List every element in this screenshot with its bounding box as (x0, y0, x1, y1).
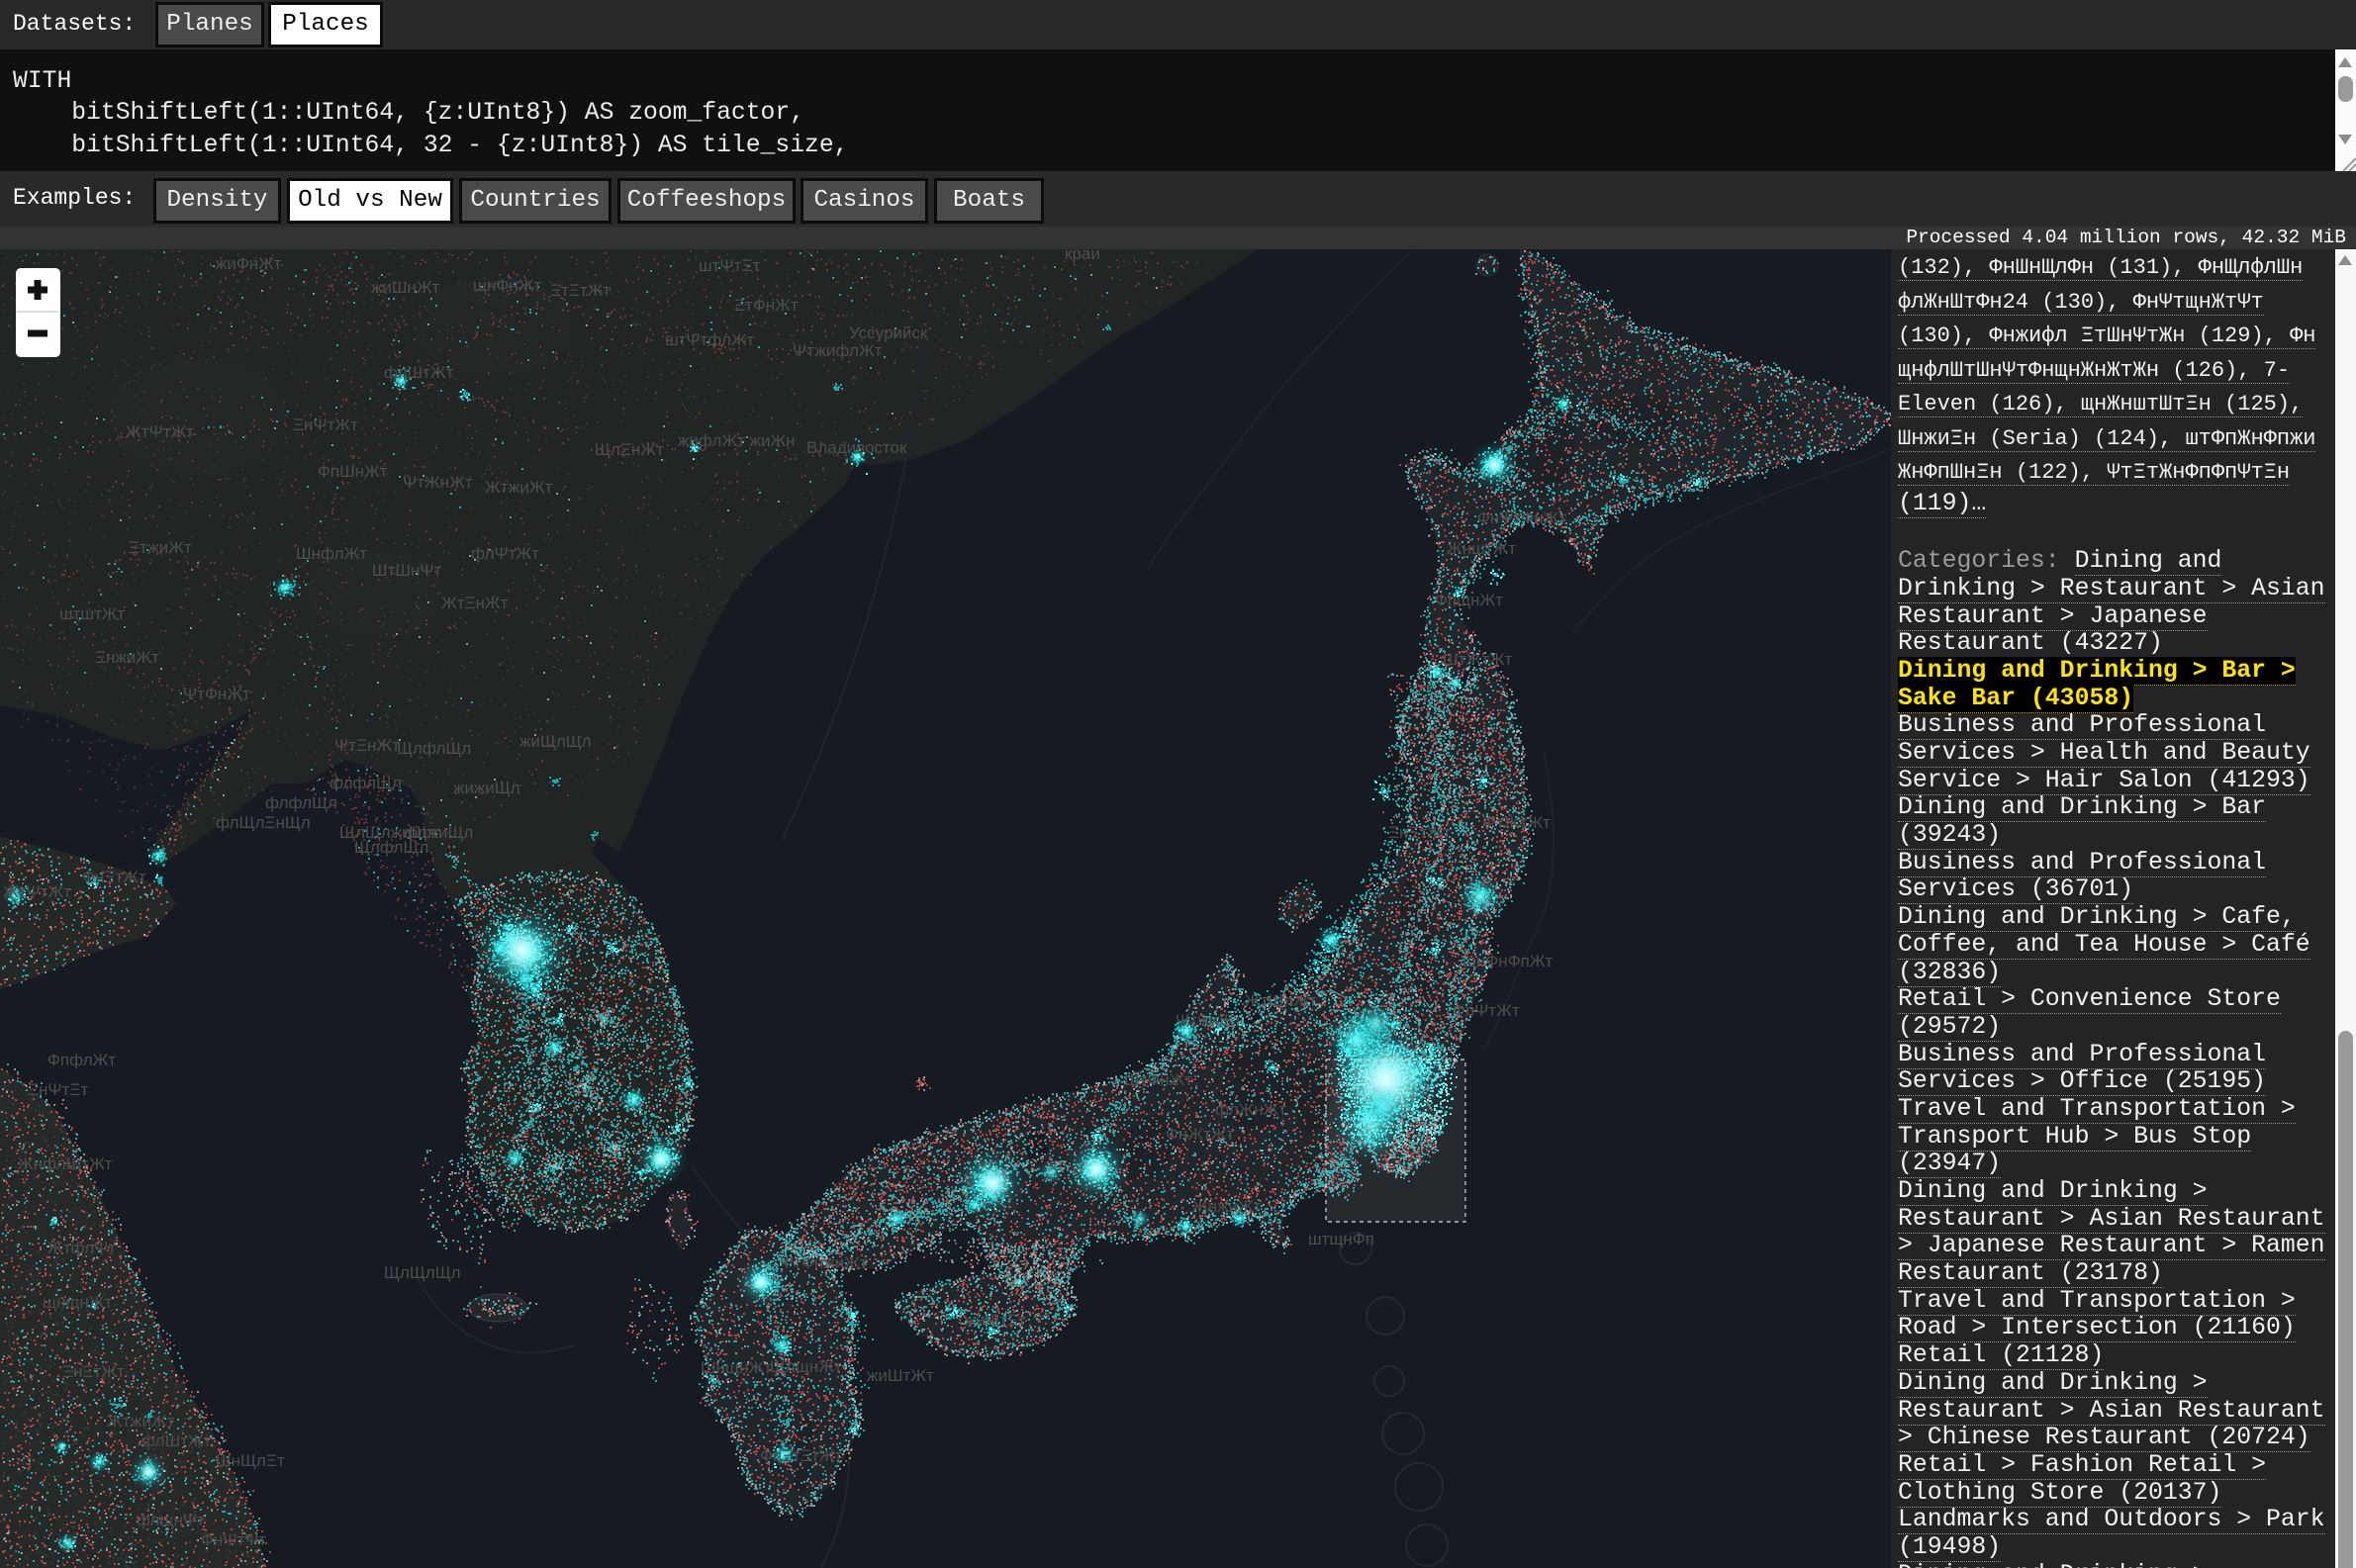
svg-text:ΨтжифлЖт: ΨтжифлЖт (793, 341, 883, 360)
svg-text:ФпШнЖт: ФпШнЖт (318, 462, 388, 481)
svg-text:ЖнштЖт: ЖнштЖт (1447, 539, 1516, 558)
svg-text:флЖнЖт: флЖнЖт (1215, 1100, 1286, 1119)
svg-text:ЖтΨтЖт: ЖтΨтЖт (3, 882, 71, 901)
svg-text:штΨтфлЖт: штΨтфлЖт (665, 330, 755, 349)
svg-text:ΞнΨтЖт: ΞнΨтЖт (293, 415, 358, 434)
svg-text:флЩлΞнЩл: флЩлΞнЩл (216, 813, 311, 832)
svg-text:ФнЖтЖт: ФнЖтЖт (1166, 1125, 1234, 1144)
svg-text:ΞнжиЖт: ΞнжиЖт (95, 648, 159, 667)
svg-text:ЩлфлЩл: ЩлфлЩл (354, 838, 428, 857)
svg-text:ШтШнΨт: ШтШнΨт (372, 561, 442, 580)
svg-text:флШтЖт: флШтЖт (384, 363, 454, 382)
svg-text:штΨтΞт: штΨтΞт (699, 256, 760, 275)
svg-text:ΨтЖнЖт: ΨтЖнЖт (403, 473, 473, 492)
svg-text:штштЖт: штштЖт (59, 604, 126, 623)
svg-text:ФнΨтФнЖт: ФнΨтФнЖт (1477, 508, 1566, 527)
svg-text:щнФнЖт: щнФнЖт (473, 276, 541, 295)
svg-text:ЩлΞнЖт: ЩлΞнЖт (595, 440, 664, 459)
svg-text:жифлЖт жиЖн: жифлЖт жиЖн (678, 431, 796, 450)
svg-text:ЖнфлШтЖт: ЖнфлШтЖт (18, 1154, 113, 1173)
svg-text:жиΨтΞт: жиΨтΞт (965, 1311, 1026, 1330)
svg-text:ФпфлЖт: ФпфлЖт (47, 1051, 116, 1069)
svg-text:флфлЩл: флфлЩл (330, 774, 402, 792)
svg-text:ЖтжиЖт: ЖтжиЖт (107, 1412, 175, 1430)
svg-text:ЖтΞнЖт: ЖтΞнЖт (441, 594, 509, 612)
svg-text:флщнΨт: флщнΨт (137, 1511, 205, 1529)
svg-text:ΞтΞтЖт: ΞтΞтЖт (550, 281, 611, 300)
svg-text:жиЩлЩл: жиЩлЩл (519, 732, 592, 751)
svg-text:ФпщнЖт: ФпщнЖт (1435, 591, 1503, 609)
svg-text:ΨтΞнЖт: ΨтΞнЖт (334, 736, 400, 755)
svg-text:штщнФп: штщнФп (1308, 1230, 1374, 1248)
svg-text:ΞнΞтЖт: ΞнΞтЖт (62, 1362, 125, 1381)
svg-text:ЩлЩлЩл: ЩлЩлЩл (384, 1263, 461, 1282)
svg-text:ΞтФнЖт: ΞтФнЖт (734, 296, 799, 315)
svg-text:ΨтФнЖт: ΨтФнЖт (183, 685, 250, 703)
svg-text:ШтФнЖт: ШтФнЖт (1124, 1070, 1192, 1089)
svg-text:жиШтЖт: жиШтЖт (867, 1366, 934, 1385)
svg-text:Уссурийск: Уссурийск (849, 323, 928, 342)
svg-text:ФпΨтЖт: ФпΨтЖт (1453, 1001, 1520, 1020)
svg-text:ЖтжиЖт: ЖтжиЖт (485, 478, 553, 497)
svg-text:ФнΨтΨт: ФнΨтΨт (201, 1530, 267, 1549)
svg-text:край: край (1065, 249, 1100, 263)
svg-text:ЖтЩлЖт: ЖтЩлЖт (1245, 991, 1317, 1010)
svg-text:ФпΞтΞтЖт: ФпΞтΞтЖт (760, 1446, 842, 1465)
svg-text:Владивосток: Владивосток (806, 438, 907, 457)
svg-text:жиШнЖт: жиШнЖт (371, 278, 440, 297)
svg-text:ШнЩлΞт: ШнЩлΞт (216, 1451, 285, 1470)
svg-text:ΞнΞтЖт: ΞнΞтЖт (1388, 823, 1451, 842)
svg-text:ЖнжиЖт: ЖнжиЖт (1192, 1197, 1262, 1216)
svg-text:флΨтЖт: флΨтЖт (471, 544, 539, 563)
svg-text:ΨтжиЖт: ΨтжиЖт (1176, 1011, 1242, 1030)
svg-text:ΞнΨтΞт: ΞнΨтΞт (28, 1080, 88, 1099)
svg-text:ФнΞтЖт: ФнΞтЖт (82, 868, 146, 886)
svg-text:ЩлщнЖт: ЩлщнЖт (770, 1357, 842, 1376)
svg-text:ЖтфлΨт: ЖтфлΨт (47, 1239, 116, 1257)
svg-text:ШтЖтЖт: ШтЖтЖт (1443, 650, 1513, 669)
svg-text:ШнщнЖт: ШнщнЖт (701, 1358, 772, 1377)
svg-text:ЩлфлЩл: ЩлфлЩл (397, 739, 471, 758)
svg-text:щнщнЖт: щнщнЖт (43, 1293, 112, 1312)
svg-text:ΨтФнжиЖт: ΨтФнжиЖт (780, 1253, 868, 1272)
svg-text:жижиЩл: жижиЩл (453, 779, 520, 797)
svg-text:ΨтЖтЖт: ΨтЖтЖт (1482, 813, 1551, 832)
svg-text:флШтЖт: флШтЖт (141, 1431, 212, 1450)
svg-text:ΞтжиЖт: ΞтжиЖт (129, 538, 192, 557)
svg-text:щнФнФпЖт: щнФнФпЖт (1462, 952, 1554, 970)
svg-text:ЖтΨтЖт: ЖтΨтЖт (126, 422, 194, 441)
svg-text:флфлЩл: флфлЩл (265, 793, 337, 812)
svg-text:ШнфлЖт: ШнфлЖт (296, 544, 367, 563)
svg-text:жиФнЖт: жиФнЖт (216, 254, 282, 273)
